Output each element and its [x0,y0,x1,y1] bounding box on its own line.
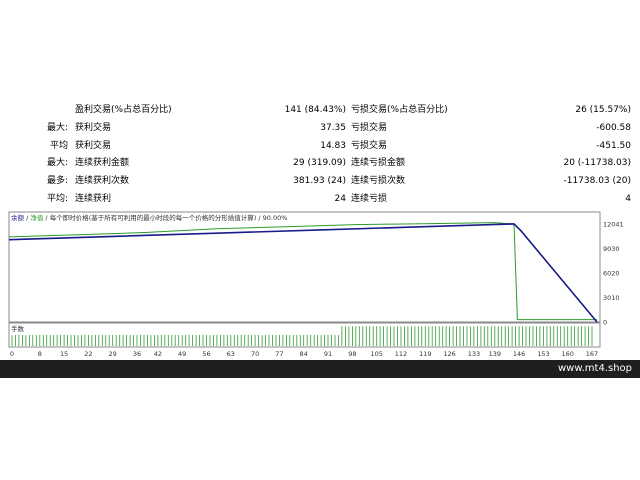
stats-prefix: 最大: [46,123,68,133]
stats-value: 29 (319.09) [293,158,346,168]
stats-label: 亏损交易 [351,141,388,151]
legend-balance: 余额 [11,213,25,222]
stats-value: 24 [334,194,346,204]
stats-label: 连续亏损金额 [351,158,406,168]
stats-label: 连续亏损次数 [351,176,406,186]
x-tick-label: 139 [489,350,501,358]
stats-value: 14.83 [320,141,346,151]
y-tick-label: 3010 [603,294,620,302]
main-plot-frame [8,211,601,323]
stats-label: 获利交易 [75,123,112,133]
x-tick-label: 49 [178,350,186,358]
stats-label: 连续获利金额 [75,158,130,168]
y-tick-label: 9030 [603,245,620,253]
stats-label: 亏损交易 [351,123,388,133]
y-tick-label: 12041 [603,220,624,228]
lots-plot-frame [8,322,601,348]
x-tick-label: 84 [300,350,308,358]
statistics-table: 盈利交易(%占总百分比) 141 (84.43%) 亏损交易(%占总百分比) 2… [0,102,640,208]
footer-bar: www.mt4.shop [0,360,640,378]
lots-label: 手数 [11,324,25,333]
stats-value: 37.35 [320,123,346,133]
stats-value: -11738.03 (20) [563,176,631,186]
stats-label: 连续亏损 [351,194,388,204]
x-tick-label: 0 [10,350,14,358]
x-tick-label: 126 [443,350,455,358]
stats-value: 20 (-11738.03) [563,158,631,168]
stats-row-profit-trades: 盈利交易(%占总百分比) 141 (84.43%) 亏损交易(%占总百分比) 2… [0,102,640,119]
y-tick-label: 6020 [603,269,620,277]
x-tick-label: 8 [38,350,42,358]
stats-row-max-consecutive-count: 最多: 连续获利次数 381.93 (24) 连续亏损次数 -11738.03 … [0,173,640,190]
stats-label: 连续获利 [75,194,112,204]
stats-value: 381.93 (24) [293,176,346,186]
x-tick-label: 77 [275,350,283,358]
legend-quality: 90.00% [263,214,288,222]
stats-label: 连续获利次数 [75,176,130,186]
stats-label: 获利交易 [75,141,112,151]
x-tick-label: 153 [537,350,549,358]
x-tick-label: 91 [324,350,332,358]
x-tick-label: 160 [561,350,573,358]
y-tick-label: 0 [603,319,607,327]
x-tick-label: 29 [109,350,117,358]
stats-prefix: 平均: [46,194,68,204]
x-tick-label: 42 [154,350,162,358]
x-tick-label: 112 [395,350,407,358]
balance-chart: 余额 / 净值 / 每个即时价格(基于所有可利用的最小时段的每一个价格的分形插值… [8,211,624,358]
balance-chart-area: 余额 / 净值 / 每个即时价格(基于所有可利用的最小时段的每一个价格的分形插值… [0,210,640,360]
x-tick-label: 98 [348,350,356,358]
stats-value: 141 (84.43%) [284,105,346,115]
legend-equity: 净值 [30,213,44,222]
stats-row-average-trade: 平均 获利交易 14.83 亏损交易 -451.50 [0,138,640,155]
x-tick-label: 167 [586,350,598,358]
x-tick-label: 56 [202,350,210,358]
legend-description: 每个即时价格(基于所有可利用的最小时段的每一个价格的分形插值计算) [50,213,257,222]
x-tick-label: 22 [84,350,92,358]
x-tick-label: 119 [419,350,431,358]
x-tick-label: 146 [513,350,525,358]
brand-link[interactable]: www.mt4.shop [558,360,632,378]
stats-label: 盈利交易(%占总百分比) [75,105,172,115]
stats-row-max-consecutive-amount: 最大: 连续获利金额 29 (319.09) 连续亏损金额 20 (-11738… [0,155,640,172]
x-tick-label: 133 [468,350,480,358]
x-tick-label: 15 [60,350,68,358]
stats-value: -451.50 [596,141,631,151]
stats-prefix: 平均 [49,141,68,151]
stats-row-largest-trade: 最大: 获利交易 37.35 亏损交易 -600.58 [0,120,640,137]
stats-value: 26 (15.57%) [575,105,631,115]
stats-label: 亏损交易(%占总百分比) [351,105,448,115]
stats-row-average-consecutive: 平均: 连续获利 24 连续亏损 4 [0,191,640,208]
stats-value: -600.58 [596,123,631,133]
x-tick-label: 105 [370,350,382,358]
legend-text: 余额 / 净值 / 每个即时价格(基于所有可利用的最小时段的每一个价格的分形插值… [11,213,287,222]
x-tick-label: 70 [251,350,259,358]
stats-value: 4 [625,194,631,204]
stats-prefix: 最大: [46,158,68,168]
x-tick-label: 63 [227,350,235,358]
y-axis-ticks: 12041 9030 6020 3010 0 [603,220,624,326]
x-axis-ticks: 0 8 15 22 29 36 42 49 56 63 70 77 84 91 98 105 112 119 126… [10,350,598,358]
stats-prefix: 最多: [46,176,68,186]
x-tick-label: 36 [133,350,141,358]
